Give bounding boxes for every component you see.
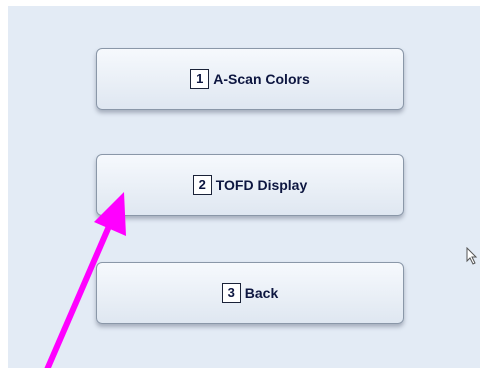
annotation-arrow: [44, 192, 126, 368]
